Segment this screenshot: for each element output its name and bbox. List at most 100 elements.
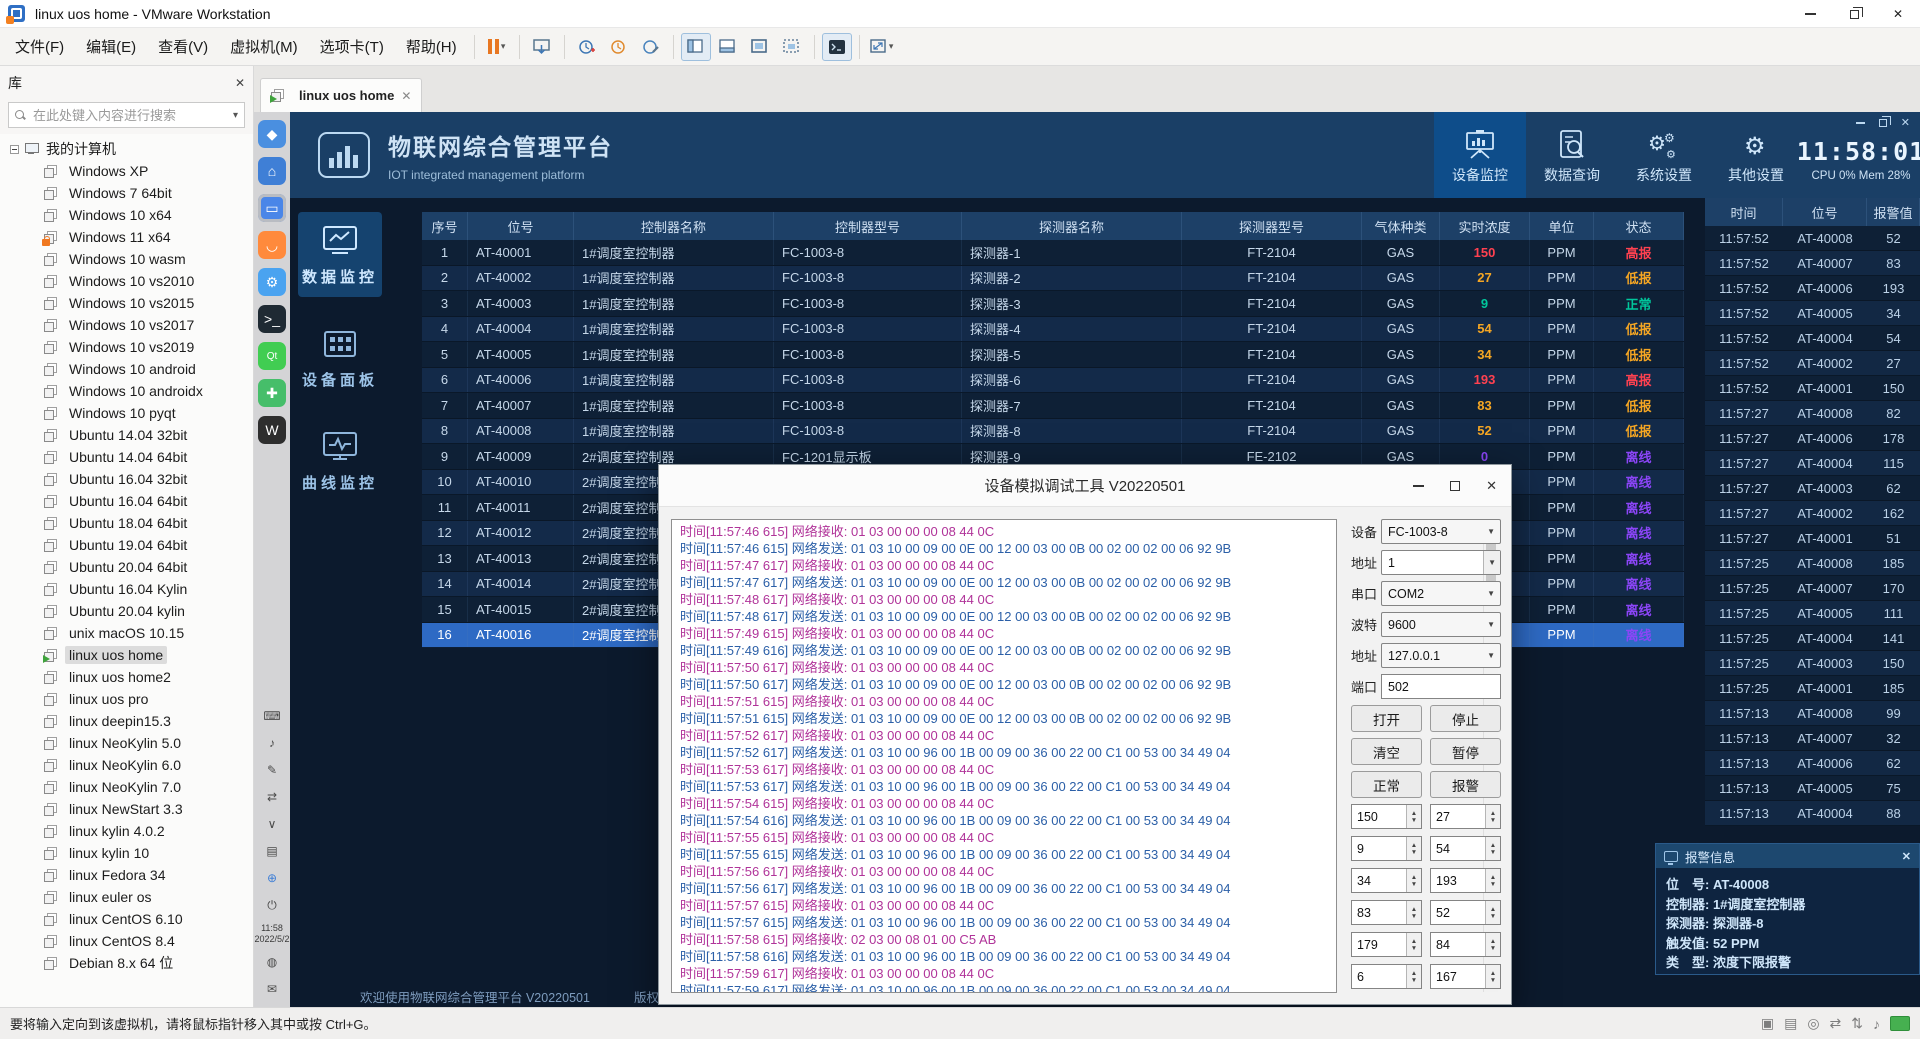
alarm-row[interactable]: 11:57:52AT-4000454 — [1705, 326, 1920, 351]
spinner-arrows-icon[interactable]: ▲▼ — [1406, 901, 1421, 924]
tab-linux-uos-home[interactable]: linux uos home ✕ — [260, 78, 422, 112]
value-spinner[interactable]: 150▲▼ — [1351, 804, 1422, 829]
collapse-icon[interactable]: ∨ — [263, 815, 281, 833]
vm-list-item[interactable]: linux CentOS 8.4 — [0, 930, 253, 952]
vm-list-item[interactable]: linux kylin 4.0.2 — [0, 820, 253, 842]
app-store-icon[interactable]: ◡ — [258, 231, 286, 259]
launcher-icon[interactable]: ◆ — [258, 120, 286, 148]
clipboard-icon[interactable]: ▤ — [263, 842, 281, 860]
library-pane-toggle-icon[interactable] — [681, 33, 711, 61]
vm-list-item[interactable]: Windows 10 x64 — [0, 204, 253, 226]
collapse-expander-icon[interactable] — [10, 145, 19, 154]
chevron-down-icon[interactable]: ▼ — [1487, 527, 1500, 536]
alarm-row[interactable]: 11:57:27AT-40006178 — [1705, 426, 1920, 451]
snapshot-manage-button-icon[interactable] — [636, 33, 666, 61]
vm-list-item[interactable]: Ubuntu 19.04 64bit — [0, 534, 253, 556]
vm-list-item[interactable]: Windows XP — [0, 160, 253, 182]
vm-list-item[interactable]: Windows 10 androidx — [0, 380, 253, 402]
port-input[interactable]: 502 — [1381, 674, 1501, 699]
clear-button[interactable]: 清空 — [1351, 738, 1422, 765]
w-app-icon[interactable]: W — [258, 416, 286, 444]
stop-button[interactable]: 停止 — [1430, 705, 1501, 732]
alarm-row[interactable]: 11:57:25AT-40005111 — [1705, 601, 1920, 626]
app-close-button[interactable]: ✕ — [1901, 116, 1910, 129]
ctrl-alt-del-button-icon[interactable] — [527, 33, 557, 61]
vm-list-item[interactable]: Debian 8.x 64 位 — [0, 952, 253, 974]
value-spinner[interactable]: 34▲▼ — [1351, 868, 1422, 893]
open-button[interactable]: 打开 — [1351, 705, 1422, 732]
spinner-arrows-icon[interactable]: ▲▼ — [1406, 837, 1421, 860]
library-search[interactable]: ▾ — [8, 102, 245, 128]
search-dropdown-icon[interactable]: ▾ — [233, 110, 238, 121]
menu-item-3[interactable]: 虚拟机(M) — [219, 30, 309, 63]
menu-item-2[interactable]: 查看(V) — [147, 30, 219, 63]
fit-guest-button-icon[interactable]: ▾ — [867, 33, 897, 61]
alarm-row[interactable]: 11:57:52AT-4000783 — [1705, 251, 1920, 276]
alarm-button[interactable]: 报警 — [1430, 771, 1501, 798]
alarm-row[interactable]: 11:57:13AT-4000732 — [1705, 726, 1920, 751]
alarm-row[interactable]: 11:57:25AT-40008185 — [1705, 551, 1920, 576]
nav-system-settings[interactable]: ⚙⚙⚙系统设置 — [1618, 112, 1710, 198]
pause-button[interactable]: 暂停 — [1430, 738, 1501, 765]
app-restore-button[interactable] — [1879, 119, 1887, 127]
vm-list-item[interactable]: linux Fedora 34 — [0, 864, 253, 886]
dialog-close-button[interactable]: ✕ — [1486, 478, 1497, 494]
home-icon[interactable]: ⌂ — [258, 157, 286, 185]
dialog-maximize-button[interactable] — [1450, 481, 1460, 491]
power-icon[interactable]: ⏻ — [263, 896, 281, 914]
dialog-titlebar[interactable]: 设备模拟调试工具 V20220501 ✕ — [659, 465, 1511, 507]
table-row[interactable]: 3AT-400031#调度室控制器FC-1003-8探测器-3FT-2104GA… — [422, 291, 1684, 317]
file-manager-icon[interactable]: ▭ — [258, 194, 286, 222]
vm-list-item[interactable]: Windows 10 wasm — [0, 248, 253, 270]
table-row[interactable]: 2AT-400021#调度室控制器FC-1003-8探测器-2FT-2104GA… — [422, 266, 1684, 292]
minimize-button[interactable] — [1788, 0, 1832, 28]
value-spinner[interactable]: 167▲▼ — [1430, 964, 1501, 989]
side-nav-data-monitor[interactable]: 数据监控 — [298, 212, 382, 297]
table-row[interactable]: 5AT-400051#调度室控制器FC-1003-8探测器-5FT-2104GA… — [422, 342, 1684, 368]
address-select[interactable]: 1▼ — [1381, 550, 1501, 575]
screenshot-icon[interactable]: ✎ — [263, 761, 281, 779]
vm-list-item[interactable]: Windows 7 64bit — [0, 182, 253, 204]
vm-list-item[interactable]: unix macOS 10.15 — [0, 622, 253, 644]
value-spinner[interactable]: 27▲▼ — [1430, 804, 1501, 829]
alarm-row[interactable]: 11:57:25AT-40004141 — [1705, 626, 1920, 651]
vm-list-item[interactable]: Ubuntu 14.04 32bit — [0, 424, 253, 446]
vm-list-item[interactable]: linux uos home2 — [0, 666, 253, 688]
table-row[interactable]: 7AT-400071#调度室控制器FC-1003-8探测器-7FT-2104GA… — [422, 393, 1684, 419]
tab-close-icon[interactable]: ✕ — [401, 89, 411, 103]
notification-icon[interactable]: ✉ — [263, 980, 281, 998]
alarm-row[interactable]: 11:57:52AT-40001150 — [1705, 376, 1920, 401]
vm-list-item[interactable]: Windows 10 vs2019 — [0, 336, 253, 358]
value-spinner[interactable]: 54▲▼ — [1430, 836, 1501, 861]
vm-list-item[interactable]: Windows 10 vs2010 — [0, 270, 253, 292]
vm-list-item[interactable]: linux kylin 10 — [0, 842, 253, 864]
alarm-row[interactable]: 11:57:27AT-4000151 — [1705, 526, 1920, 551]
alarm-row[interactable]: 11:57:13AT-4000575 — [1705, 776, 1920, 801]
tree-root-my-computer[interactable]: 我的计算机 — [0, 138, 253, 160]
network-icon[interactable]: ⊕ — [263, 869, 281, 887]
vm-list-item[interactable]: linux NewStart 3.3 — [0, 798, 253, 820]
cdrom-icon[interactable]: ◎ — [1807, 1015, 1819, 1032]
alarm-row[interactable]: 11:57:25AT-40001185 — [1705, 676, 1920, 701]
spinner-arrows-icon[interactable]: ▲▼ — [1485, 933, 1500, 956]
dialog-minimize-button[interactable] — [1413, 485, 1424, 487]
alarm-row[interactable]: 11:57:52AT-4000227 — [1705, 351, 1920, 376]
ip-address-select[interactable]: 127.0.0.1▼ — [1381, 643, 1501, 668]
update-icon[interactable]: ◍ — [263, 953, 281, 971]
terminal-icon[interactable]: >_ — [258, 305, 286, 333]
chevron-down-icon[interactable]: ▼ — [1487, 620, 1500, 629]
nav-other-settings[interactable]: ⚙其他设置 — [1710, 112, 1802, 198]
table-row[interactable]: 8AT-400081#调度室控制器FC-1003-8探测器-8FT-2104GA… — [422, 419, 1684, 445]
side-nav-device-panel[interactable]: 设备面板 — [298, 315, 382, 400]
alarm-row[interactable]: 11:57:13AT-4000662 — [1705, 751, 1920, 776]
alarm-row[interactable]: 11:57:52AT-4000852 — [1705, 226, 1920, 251]
value-spinner[interactable]: 84▲▼ — [1430, 932, 1501, 957]
vm-list-item[interactable]: Ubuntu 16.04 32bit — [0, 468, 253, 490]
vm-list-item[interactable]: Windows 10 android — [0, 358, 253, 380]
spinner-arrows-icon[interactable]: ▲▼ — [1406, 805, 1421, 828]
alarm-row[interactable]: 11:57:25AT-40007170 — [1705, 576, 1920, 601]
nav-data-query[interactable]: 数据查询 — [1526, 112, 1618, 198]
vm-list-item[interactable]: linux NeoKylin 7.0 — [0, 776, 253, 798]
vm-list-item[interactable]: Ubuntu 14.04 64bit — [0, 446, 253, 468]
baud-rate-select[interactable]: 9600▼ — [1381, 612, 1501, 637]
